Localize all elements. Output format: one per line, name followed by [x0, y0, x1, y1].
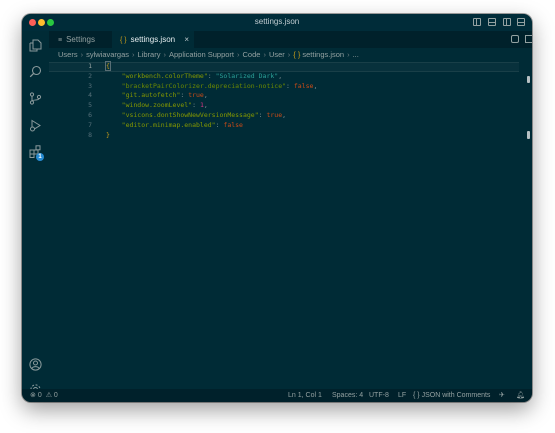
- breadcrumb-item[interactable]: Application Support: [169, 50, 234, 59]
- cursor-position[interactable]: Ln 1, Col 1: [288, 389, 322, 402]
- customize-layout-icon[interactable]: [517, 18, 525, 26]
- toggle-primary-sidebar-icon[interactable]: [473, 18, 481, 26]
- tab-settings-json[interactable]: { } settings.json ×: [112, 31, 194, 48]
- tab-label: settings.json: [130, 35, 176, 44]
- toggle-secondary-sidebar-icon[interactable]: [503, 18, 511, 26]
- json-value: false: [223, 120, 243, 129]
- json-key: "window.zoomLevel": [121, 101, 193, 110]
- chevron-right-icon: ›: [263, 50, 266, 59]
- line-number: 5: [88, 101, 92, 110]
- json-brace: {: [105, 61, 111, 71]
- search-icon[interactable]: [29, 65, 42, 78]
- json-key: "editor.minimap.enabled": [121, 120, 216, 129]
- tab-label: Settings: [66, 35, 95, 44]
- chevron-right-icon: ›: [237, 50, 240, 59]
- code-line: "editor.minimap.enabled": false: [121, 120, 243, 129]
- json-file-icon: { }: [293, 50, 301, 59]
- close-tab-icon[interactable]: ×: [184, 31, 189, 48]
- json-key: "vsicons.dontShowNewVersionMessage": [121, 110, 259, 119]
- json-file-icon: { }: [120, 37, 127, 44]
- json-value: true: [266, 110, 283, 119]
- chevron-right-icon: ›: [287, 50, 291, 59]
- scrollbar-marker: [527, 131, 530, 139]
- json-value: true: [188, 91, 204, 100]
- vscode-window: settings.json 1 1 ≡Setti: [22, 14, 532, 402]
- tab-settings[interactable]: ≡ Settings: [49, 31, 111, 48]
- eol-status[interactable]: LF: [398, 389, 406, 402]
- scrollbar-marker: [527, 76, 530, 83]
- open-preview-icon[interactable]: [511, 35, 519, 43]
- code-line: "vsicons.dontShowNewVersionMessage": tru…: [121, 110, 287, 119]
- code-line: "git.autofetch": true,: [121, 91, 208, 100]
- json-comma: ,: [203, 101, 208, 110]
- line-number: 1: [88, 62, 92, 70]
- vertical-scrollbar[interactable]: [527, 62, 530, 389]
- breadcrumb-item[interactable]: sylwiavargas: [86, 50, 129, 59]
- status-bar: ⊗ 0 ⚠ 0 Ln 1, Col 1 Spaces: 4 UTF-8 LF {…: [22, 389, 532, 402]
- code-line: "workbench.colorTheme": "Solarized Dark"…: [121, 71, 283, 80]
- json-value: false: [293, 81, 314, 90]
- breadcrumb-item[interactable]: Library: [138, 50, 161, 59]
- language-label: JSON with Comments: [421, 392, 491, 399]
- json-value: "Solarized Dark": [215, 71, 279, 80]
- chevron-right-icon: ›: [163, 50, 166, 59]
- chevron-right-icon: ›: [80, 50, 84, 59]
- code-content[interactable]: { "workbench.colorTheme": "Solarized Dar…: [105, 61, 318, 141]
- json-brace: }: [106, 130, 110, 139]
- title-bar: settings.json: [22, 14, 532, 31]
- line-number: 8: [88, 130, 92, 139]
- breadcrumb-item[interactable]: Code: [243, 50, 261, 59]
- code-line: "bracketPairColorizer.depreciation-notic…: [121, 81, 318, 90]
- line-number: 2: [88, 71, 92, 80]
- explorer-icon[interactable]: [29, 39, 42, 52]
- problems-status[interactable]: ⊗ 0 ⚠ 0: [30, 389, 58, 402]
- code-line: }: [106, 131, 317, 141]
- json-key: "workbench.colorTheme": [121, 71, 208, 80]
- line-number-gutter: 12345678: [49, 62, 97, 140]
- extensions-icon[interactable]: 1: [29, 145, 44, 161]
- json-key: "bracketPairColorizer.depreciation-notic…: [121, 81, 287, 90]
- notifications-bell-icon[interactable]: 🔔︎: [516, 389, 525, 402]
- code-line: "window.zoomLevel": 1,: [121, 101, 208, 110]
- json-language-icon: { }: [413, 392, 420, 399]
- breadcrumb-item[interactable]: settings.json: [302, 50, 344, 59]
- breadcrumb-item[interactable]: Users: [58, 50, 78, 59]
- settings-file-icon: ≡: [58, 37, 63, 44]
- extensions-badge: 1: [36, 153, 44, 161]
- json-comma: ,: [313, 81, 318, 90]
- error-icon: ⊗: [30, 392, 36, 399]
- line-number: 7: [88, 120, 92, 129]
- chevron-right-icon: ›: [132, 50, 135, 59]
- indentation-status[interactable]: Spaces: 4: [332, 389, 363, 402]
- run-debug-icon[interactable]: [29, 119, 42, 132]
- breadcrumb: Users › sylwiavargas › Library › Application S…: [49, 48, 532, 62]
- source-control-icon[interactable]: [29, 92, 42, 105]
- error-count: 0: [37, 392, 42, 399]
- warning-icon: ⚠: [45, 392, 52, 399]
- account-icon[interactable]: [29, 358, 42, 371]
- json-comma: ,: [282, 110, 287, 119]
- breadcrumb-item[interactable]: User: [269, 50, 285, 59]
- toggle-panel-icon[interactable]: [488, 18, 496, 26]
- chevron-right-icon: ›: [347, 50, 350, 59]
- window-title: settings.json: [254, 17, 300, 26]
- activity-bar: 1 1: [22, 31, 49, 397]
- encoding-status[interactable]: UTF-8: [369, 389, 389, 402]
- breadcrumb-item[interactable]: ...: [353, 50, 359, 59]
- json-key: "git.autofetch": [121, 91, 181, 100]
- code-line: {: [105, 61, 317, 72]
- warning-count: 0: [53, 392, 58, 399]
- line-number: 3: [88, 81, 92, 90]
- json-comma: ,: [203, 91, 208, 100]
- json-comma: ,: [278, 71, 283, 80]
- language-mode[interactable]: { } JSON with Comments: [413, 389, 490, 402]
- split-editor-icon[interactable]: [525, 35, 532, 43]
- line-number: 6: [88, 110, 92, 119]
- tab-bar: ≡Settings { }settings.json × ···: [49, 31, 532, 48]
- line-number: 4: [88, 91, 92, 100]
- feedback-icon[interactable]: ✈: [499, 389, 505, 402]
- code-editor[interactable]: 12345678 { "workbench.colorTheme": "Sola…: [49, 61, 532, 389]
